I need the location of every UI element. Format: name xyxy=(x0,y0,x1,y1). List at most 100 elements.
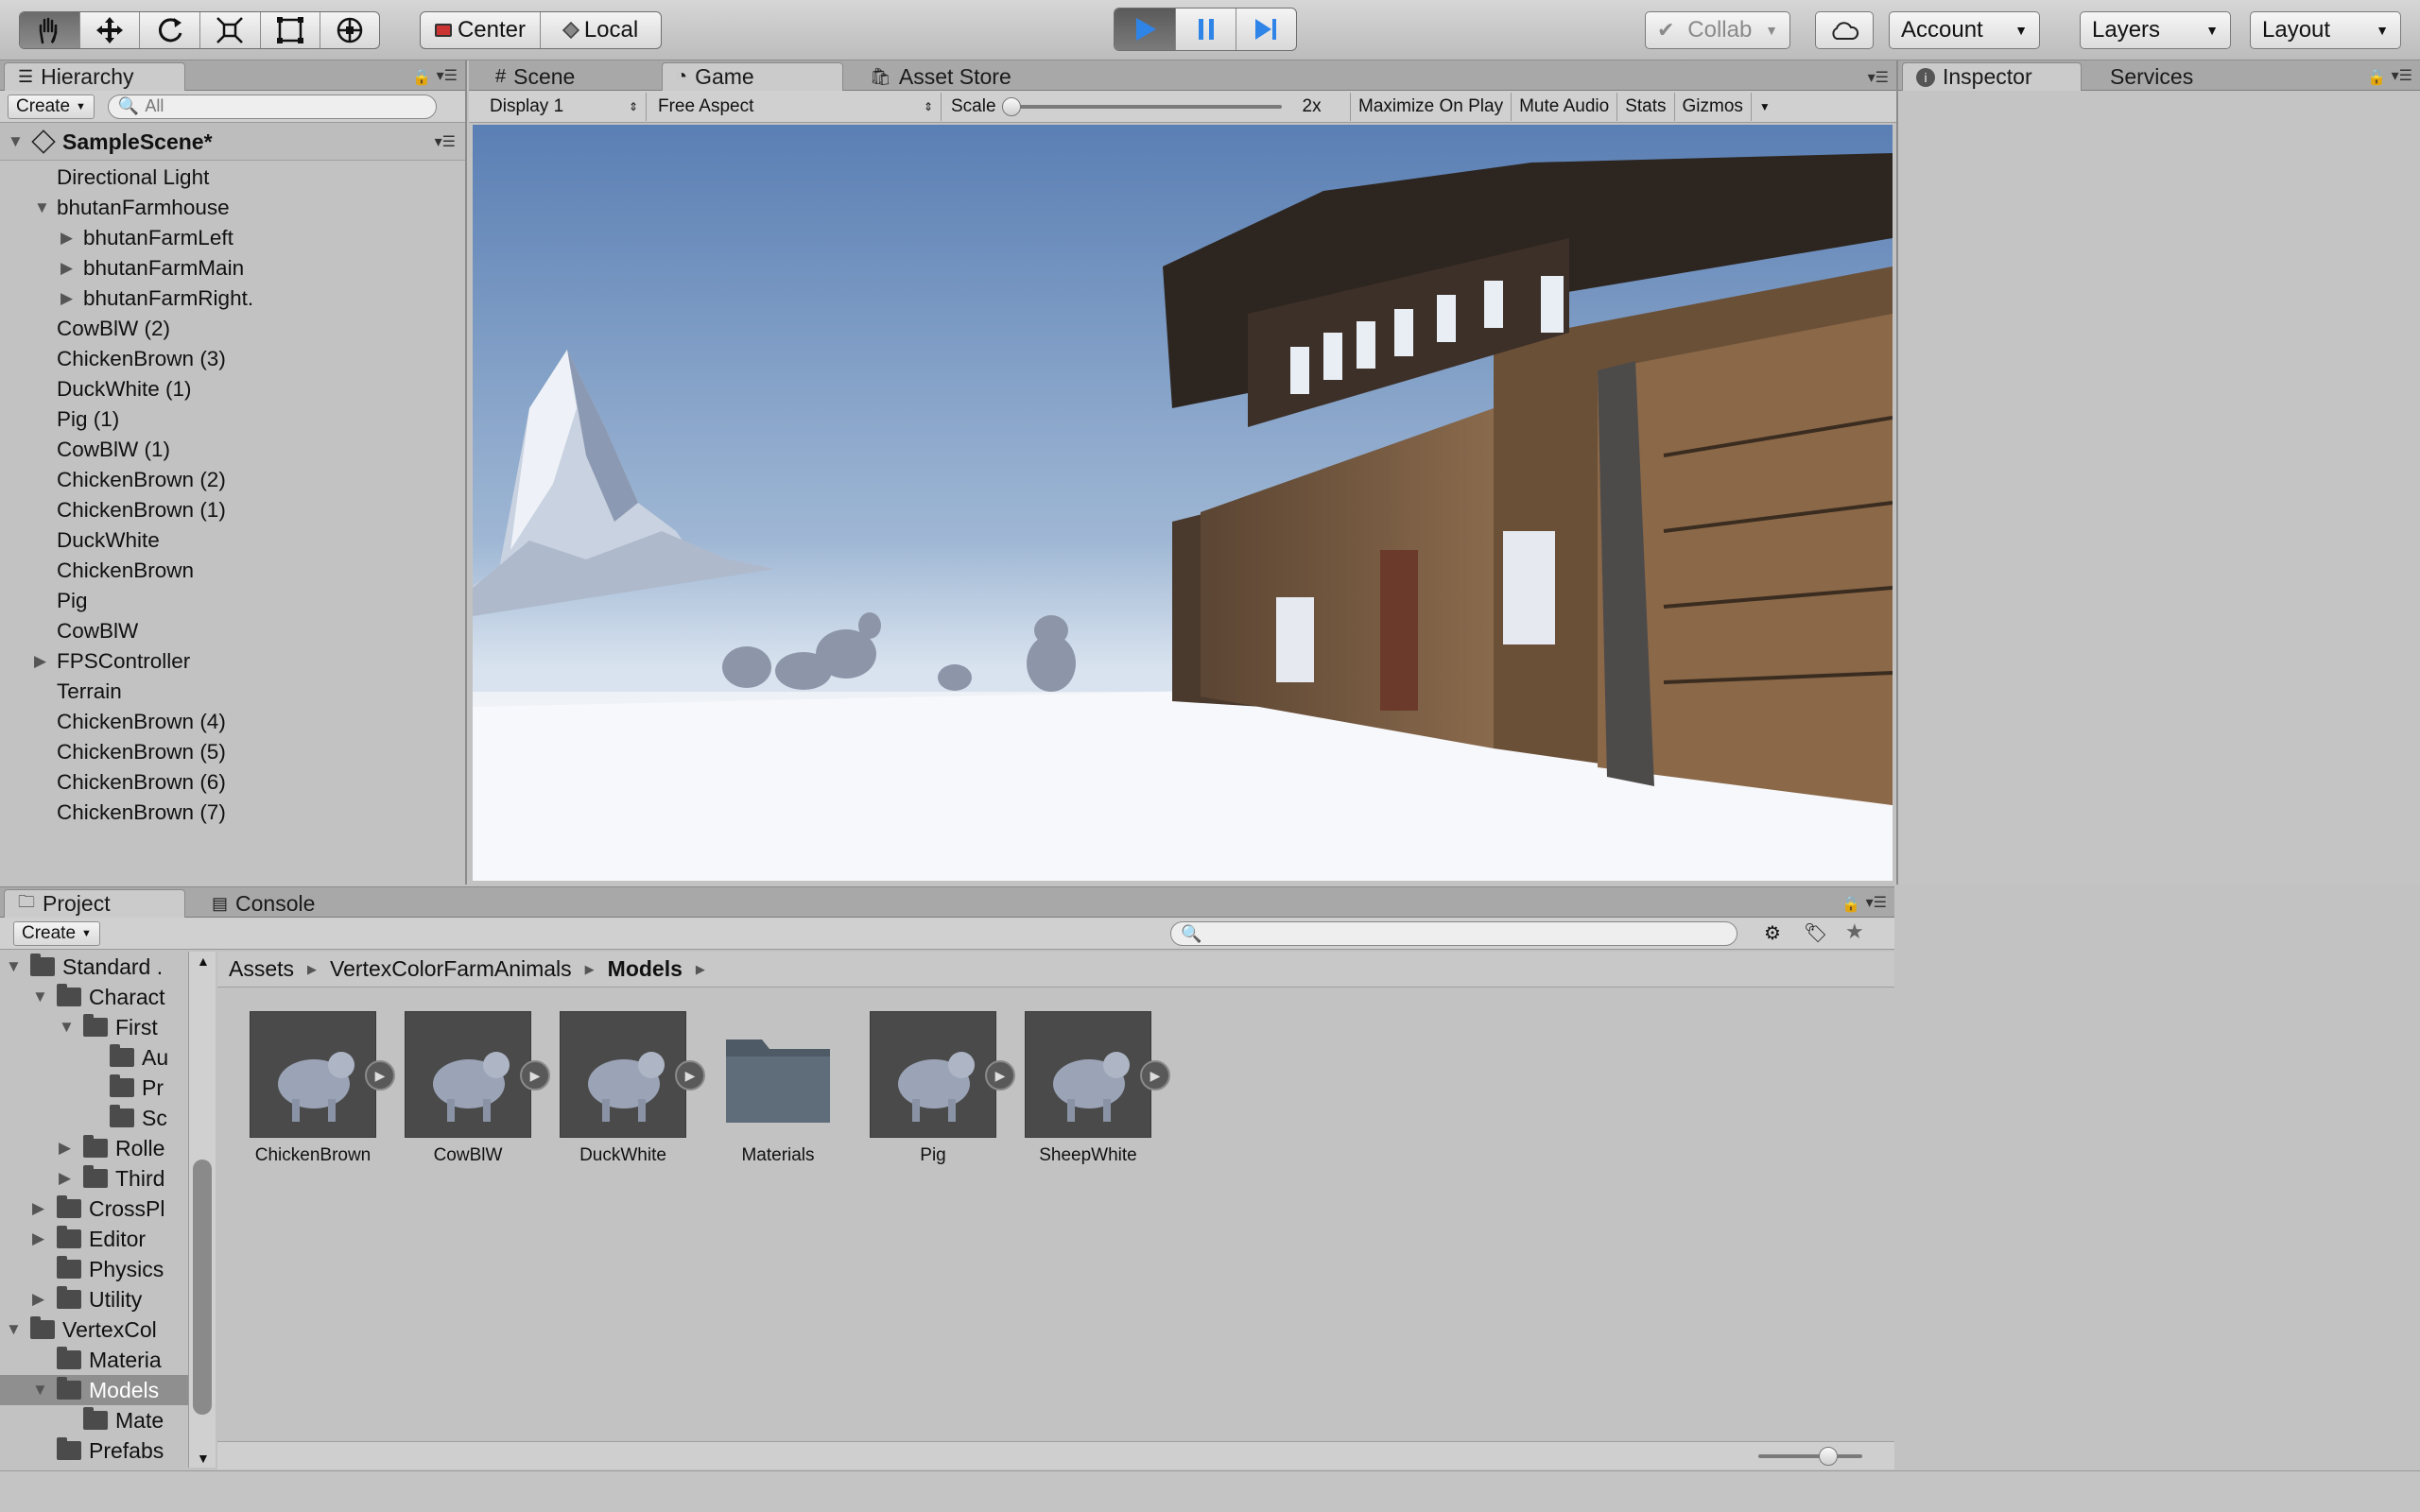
breadcrumb-assets[interactable]: Assets xyxy=(229,956,294,982)
layers-dropdown[interactable]: Layers ▼ xyxy=(2080,11,2231,49)
hierarchy-item[interactable]: ChickenBrown (3) xyxy=(57,344,226,374)
project-folder-item[interactable]: Rolle xyxy=(83,1133,164,1163)
tab-game[interactable]: ◔ Game xyxy=(662,62,843,91)
scene-menu-icon[interactable]: ▾☰ xyxy=(435,132,456,151)
favorites-star-icon[interactable]: ★ xyxy=(1845,919,1864,944)
lock-icon[interactable]: 🔒 xyxy=(2367,68,2386,87)
project-folder-item[interactable]: Sc xyxy=(110,1103,167,1133)
scroll-down-icon[interactable]: ▼ xyxy=(197,1451,210,1466)
project-folder-item[interactable]: Pr xyxy=(110,1073,164,1103)
icon-size-slider[interactable] xyxy=(1758,1447,1862,1466)
aspect-dropdown[interactable]: Free Aspect ⇕ xyxy=(647,92,942,121)
local-button[interactable]: Local xyxy=(541,12,661,48)
panel-menu-icon[interactable]: ▾☰ xyxy=(437,66,458,85)
cloud-button[interactable] xyxy=(1815,11,1874,49)
project-folder-item[interactable]: Physics xyxy=(57,1254,164,1284)
hierarchy-item[interactable]: ChickenBrown (6) xyxy=(57,767,226,798)
transform-tool-icon[interactable] xyxy=(320,12,379,48)
scale-slider[interactable] xyxy=(1001,96,1282,116)
asset-model[interactable]: ▶ ChickenBrown xyxy=(242,1011,395,1166)
expand-triangle-icon[interactable]: ▼ xyxy=(6,952,22,982)
project-folder-item[interactable]: Au xyxy=(110,1042,168,1073)
tab-asset-store[interactable]: 🛍 Asset Store xyxy=(856,62,1064,91)
scroll-up-icon[interactable]: ▲ xyxy=(197,954,210,969)
tab-console[interactable]: ▤ Console xyxy=(199,889,359,918)
account-dropdown[interactable]: Account ▼ xyxy=(1889,11,2040,49)
expand-asset-icon[interactable]: ▶ xyxy=(365,1060,395,1091)
hierarchy-item[interactable]: ChickenBrown (1) xyxy=(57,495,226,525)
step-button[interactable] xyxy=(1236,9,1296,50)
lock-icon[interactable]: 🔒 xyxy=(412,68,431,87)
expand-triangle-icon[interactable]: ▼ xyxy=(8,127,24,157)
game-render[interactable] xyxy=(473,125,1893,881)
hierarchy-item[interactable]: DuckWhite xyxy=(57,525,160,556)
lock-icon[interactable]: 🔒 xyxy=(1841,895,1860,914)
move-tool-icon[interactable] xyxy=(80,12,141,48)
scale-tool-icon[interactable] xyxy=(200,12,261,48)
hierarchy-item[interactable]: CowBlW xyxy=(57,616,138,646)
collapsed-triangle-icon[interactable]: ▶ xyxy=(32,1224,44,1254)
expand-triangle-icon[interactable]: ▼ xyxy=(32,1375,48,1405)
hierarchy-search-input[interactable]: 🔍 All xyxy=(107,94,437,119)
expand-asset-icon[interactable]: ▶ xyxy=(520,1060,550,1091)
hierarchy-item[interactable]: bhutanFarmhouse xyxy=(57,193,230,223)
expand-triangle-icon[interactable]: ▼ xyxy=(59,1012,75,1042)
hierarchy-item[interactable]: ChickenBrown xyxy=(57,556,194,586)
rotate-tool-icon[interactable] xyxy=(140,12,201,48)
hierarchy-item[interactable]: CowBlW (2) xyxy=(57,314,170,344)
panel-menu-icon[interactable]: ▾☰ xyxy=(1868,68,1889,87)
hierarchy-item[interactable]: ChickenBrown (2) xyxy=(57,465,226,495)
project-search-input[interactable]: 🔍 xyxy=(1170,921,1737,946)
asset-model[interactable]: ▶ Pig xyxy=(862,1011,1015,1166)
expand-asset-icon[interactable]: ▶ xyxy=(675,1060,705,1091)
scene-header[interactable]: ▼ SampleScene* ▾☰ xyxy=(0,123,465,161)
project-folder-item[interactable]: Charact xyxy=(57,982,165,1012)
tab-hierarchy[interactable]: ☰ Hierarchy xyxy=(4,62,185,91)
collapsed-triangle-icon[interactable]: ▶ xyxy=(32,1284,44,1314)
pause-button[interactable] xyxy=(1176,9,1236,50)
rect-tool-icon[interactable] xyxy=(261,12,321,48)
collapsed-triangle-icon[interactable]: ▶ xyxy=(60,284,73,314)
mute-audio-toggle[interactable]: Mute Audio xyxy=(1511,92,1616,121)
expand-asset-icon[interactable]: ▶ xyxy=(1140,1060,1170,1091)
breadcrumb-models[interactable]: Models xyxy=(608,956,683,982)
hierarchy-item[interactable]: ChickenBrown (4) xyxy=(57,707,226,737)
hierarchy-item[interactable]: CowBlW (1) xyxy=(57,435,170,465)
collab-dropdown[interactable]: ✔ Collab ▼ xyxy=(1645,11,1790,49)
expand-triangle-icon[interactable]: ▼ xyxy=(34,193,50,223)
tab-services[interactable]: Services xyxy=(2097,62,2229,91)
collapsed-triangle-icon[interactable]: ▶ xyxy=(34,646,46,677)
expand-asset-icon[interactable]: ▶ xyxy=(985,1060,1015,1091)
project-folder-item[interactable]: Models xyxy=(57,1375,159,1405)
expand-triangle-icon[interactable]: ▼ xyxy=(32,982,48,1012)
asset-folder[interactable]: Materials xyxy=(707,1011,849,1166)
filter-by-label-icon[interactable]: 🏷 xyxy=(1804,921,1827,945)
project-folder-item[interactable]: Mate xyxy=(83,1405,164,1435)
center-button[interactable]: Center xyxy=(421,12,541,48)
hierarchy-item[interactable]: bhutanFarmMain xyxy=(83,253,244,284)
asset-model[interactable]: ▶ DuckWhite xyxy=(552,1011,705,1166)
collapsed-triangle-icon[interactable]: ▶ xyxy=(60,253,73,284)
project-folder-item[interactable]: CrossPl xyxy=(57,1194,165,1224)
collapsed-triangle-icon[interactable]: ▶ xyxy=(32,1194,44,1224)
display-dropdown[interactable]: Display 1 ⇕ xyxy=(482,92,647,121)
breadcrumb-vertexcolorfarmanimals[interactable]: VertexColorFarmAnimals xyxy=(330,956,572,982)
hierarchy-create-button[interactable]: Create ▼ xyxy=(8,94,95,119)
hierarchy-item[interactable]: bhutanFarmRight. xyxy=(83,284,253,314)
project-folder-item[interactable]: VertexCol xyxy=(30,1314,157,1345)
hierarchy-item[interactable]: ChickenBrown (5) xyxy=(57,737,226,767)
maximize-on-play-toggle[interactable]: Maximize On Play xyxy=(1350,92,1511,121)
asset-model[interactable]: ▶ SheepWhite xyxy=(1017,1011,1170,1166)
layout-dropdown[interactable]: Layout ▼ xyxy=(2250,11,2401,49)
project-folder-item[interactable]: Materia xyxy=(57,1345,162,1375)
collapsed-triangle-icon[interactable]: ▶ xyxy=(59,1133,71,1163)
icon-size-slider-thumb[interactable] xyxy=(1819,1447,1838,1466)
collapsed-triangle-icon[interactable]: ▶ xyxy=(60,223,73,253)
hierarchy-item[interactable]: ChickenBrown (7) xyxy=(57,798,226,828)
panel-menu-icon[interactable]: ▾☰ xyxy=(2392,66,2412,85)
expand-triangle-icon[interactable]: ▼ xyxy=(6,1314,22,1345)
hierarchy-item[interactable]: bhutanFarmLeft xyxy=(83,223,233,253)
gizmos-dropdown-arrow-icon[interactable]: ▼ xyxy=(1750,92,1778,121)
tree-scrollbar[interactable]: ▲ ▼ xyxy=(189,952,216,1468)
filter-by-type-icon[interactable]: ⚙ xyxy=(1764,921,1781,945)
